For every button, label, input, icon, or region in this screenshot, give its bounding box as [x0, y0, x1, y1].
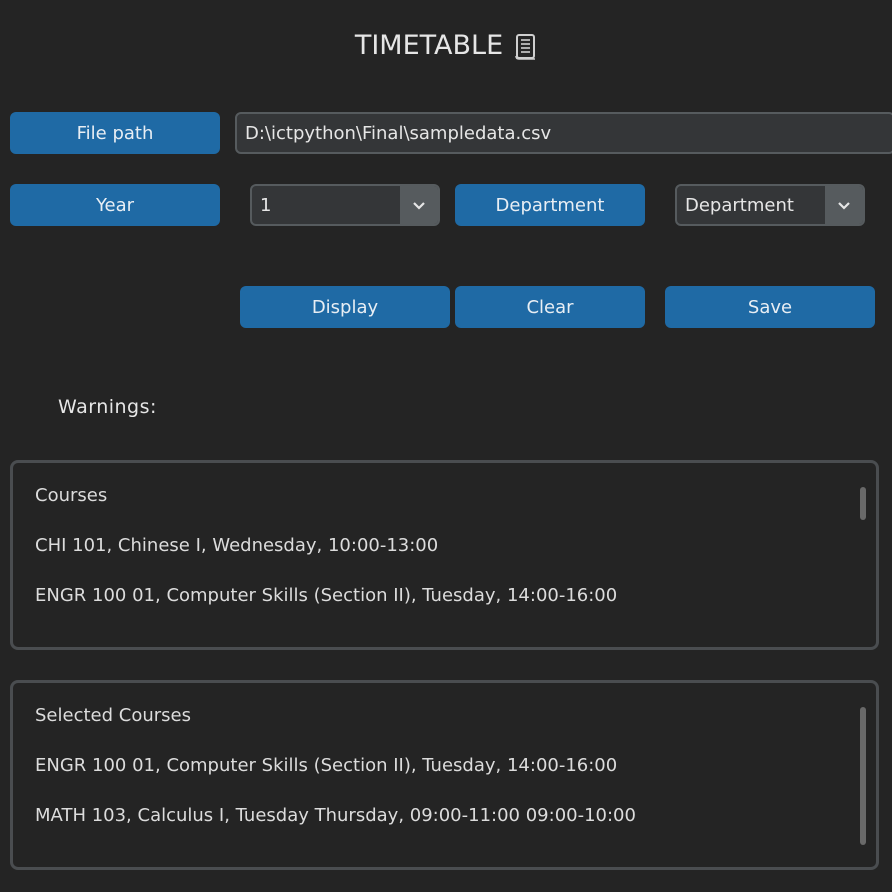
- file-path-input[interactable]: D:\ictpython\Final\sampledata.csv: [235, 112, 892, 154]
- year-button[interactable]: Year: [10, 184, 220, 226]
- selected-courses-list: Selected Courses ENGR 100 01, Computer S…: [10, 680, 879, 870]
- clear-button[interactable]: Clear: [455, 286, 645, 328]
- courses-list: Courses CHI 101, Chinese I, Wednesday, 1…: [10, 460, 879, 650]
- page-title: TIMETABLE: [0, 30, 892, 61]
- title-text: TIMETABLE: [354, 30, 504, 61]
- display-button[interactable]: Display: [240, 286, 450, 328]
- warnings-label: Warnings:: [58, 396, 157, 418]
- chevron-down-icon[interactable]: [825, 186, 863, 224]
- save-button[interactable]: Save: [665, 286, 875, 328]
- selected-courses-scrollbar[interactable]: [860, 707, 866, 845]
- department-dropdown-value: Department: [685, 194, 794, 216]
- timetable-window: TIMETABLE File path D:\ictpython\Final\s…: [0, 0, 892, 892]
- list-item[interactable]: CHI 101, Chinese I, Wednesday, 10:00-13:…: [35, 535, 438, 556]
- selected-courses-header: Selected Courses: [35, 705, 191, 726]
- department-dropdown[interactable]: Department: [675, 184, 865, 226]
- courses-scrollbar[interactable]: [860, 487, 866, 520]
- year-dropdown-value: 1: [260, 194, 272, 216]
- list-item[interactable]: ENGR 100 01, Computer Skills (Section II…: [35, 755, 617, 776]
- scroll-icon: [515, 32, 537, 60]
- courses-header: Courses: [35, 485, 108, 506]
- year-dropdown[interactable]: 1: [250, 184, 440, 226]
- file-path-button[interactable]: File path: [10, 112, 220, 154]
- chevron-down-icon[interactable]: [400, 186, 438, 224]
- list-item[interactable]: MATH 103, Calculus I, Tuesday Thursday, …: [35, 805, 636, 826]
- department-button[interactable]: Department: [455, 184, 645, 226]
- list-item[interactable]: ENGR 100 01, Computer Skills (Section II…: [35, 585, 617, 606]
